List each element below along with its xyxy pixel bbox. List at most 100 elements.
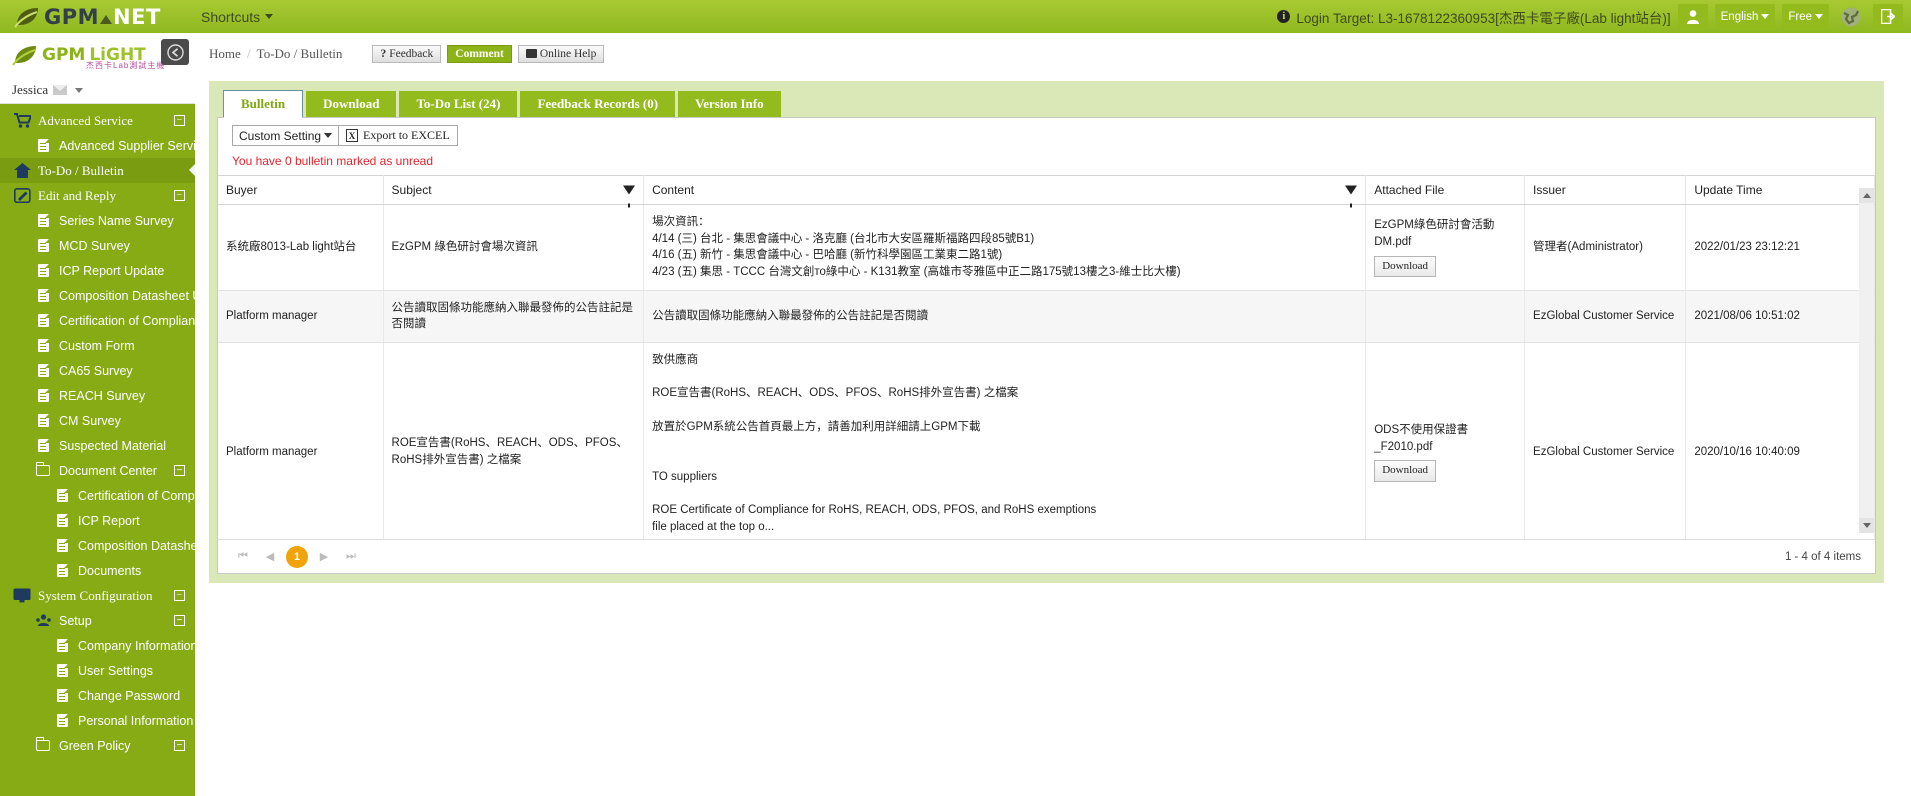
page-number-1[interactable]: 1	[286, 545, 308, 568]
scroll-up-button[interactable]	[1859, 188, 1874, 203]
collapse-toggle-icon[interactable]: −	[174, 465, 185, 476]
logout-icon	[1881, 9, 1895, 24]
collapse-toggle-icon[interactable]: −	[174, 740, 185, 751]
doc-icon	[33, 139, 53, 152]
sidebar-item-document-center[interactable]: Document Center −	[0, 458, 195, 483]
cell-subject[interactable]: ROE宣告書(RoHS、REACH、ODS、PFOS、RoHS排外宣告書) 之檔…	[383, 342, 645, 563]
sidebar-item-mcd-survey[interactable]: MCD Survey	[0, 233, 195, 258]
table-row[interactable]: Platform manager 公告讀取固條功能應納入聯最發佈的公告註記是否閱讀…	[218, 290, 1875, 344]
custom-setting-dropdown[interactable]: Custom Setting	[232, 125, 340, 146]
brand-wordmark: GPM NET	[44, 5, 161, 29]
doc-icon	[52, 539, 72, 552]
collapse-toggle-icon[interactable]: −	[174, 190, 185, 201]
cell-subject[interactable]: 公告讀取固條功能應納入聯最發佈的公告註記是否閱讀	[383, 290, 645, 344]
last-page-button[interactable]: ⏭	[340, 546, 362, 568]
sidebar-item-to-do-bulletin[interactable]: To-Do / Bulletin	[0, 158, 195, 183]
tab-version-info[interactable]: Version Info	[678, 91, 781, 117]
column-header-label: Update Time	[1694, 183, 1763, 197]
chevron-down-icon	[1761, 14, 1770, 19]
filter-icon[interactable]	[1345, 185, 1358, 208]
shortcuts-menu[interactable]: Shortcuts	[201, 9, 274, 25]
collapse-toggle-icon[interactable]: −	[174, 590, 185, 601]
download-button[interactable]: Download	[1374, 460, 1437, 483]
sidebar-item-certification-of-compliance[interactable]: Certification of Compliance	[0, 483, 195, 508]
tab-download[interactable]: Download	[306, 91, 397, 117]
globe-button[interactable]	[1836, 4, 1866, 30]
previous-page-button[interactable]: ◀	[259, 546, 281, 568]
sidebar-logo-gpm: GPM	[42, 45, 86, 65]
logout-button[interactable]	[1873, 3, 1903, 30]
tab-bulletin[interactable]: Bulletin	[223, 90, 304, 118]
sidebar-item-system-configuration[interactable]: System Configuration −	[0, 583, 195, 608]
filter-icon[interactable]	[623, 185, 636, 208]
sidebar-item-composition-datasheet-update[interactable]: Composition Datasheet Update	[0, 283, 195, 308]
sidebar-item-custom-form[interactable]: Custom Form	[0, 333, 195, 358]
sidebar-item-change-password[interactable]: Change Password	[0, 683, 195, 708]
column-header-content[interactable]: Content	[643, 175, 1367, 208]
tab-label: Bulletin	[241, 96, 286, 111]
sidebar-item-green-policy[interactable]: Green Policy −	[0, 733, 195, 758]
collapse-toggle-icon[interactable]: −	[174, 115, 185, 126]
column-header-subject[interactable]: Subject	[383, 175, 645, 208]
chevron-down-icon	[1815, 14, 1823, 19]
cell-subject[interactable]: EzGPM 綠色研討會場次資訊	[383, 204, 645, 291]
scroll-down-button[interactable]	[1859, 518, 1874, 533]
sidebar-item-user-settings[interactable]: User Settings	[0, 658, 195, 683]
sidebar-item-documents[interactable]: Documents	[0, 558, 195, 583]
sidebar-item-label: Series Name Survey	[59, 213, 174, 228]
sidebar-item-reach-survey[interactable]: REACH Survey	[0, 383, 195, 408]
column-header-attached-file[interactable]: Attached File	[1365, 175, 1526, 205]
users-icon	[33, 613, 53, 628]
breadcrumb-bar: Home / To-Do / Bulletin ? Feedback Comme…	[195, 33, 1911, 74]
next-page-button[interactable]: ▶	[313, 546, 335, 568]
sidebar-item-personal-information[interactable]: Personal Information	[0, 708, 195, 733]
sidebar-item-icp-report[interactable]: ICP Report	[0, 508, 195, 533]
folder-icon	[35, 462, 50, 476]
user-account-button[interactable]	[1677, 3, 1708, 30]
sidebar-item-advanced-supplier-service[interactable]: Advanced Supplier Service	[0, 133, 195, 158]
tab-feedback-records-0[interactable]: Feedback Records (0)	[520, 91, 676, 117]
column-header-update-time[interactable]: Update Time	[1685, 175, 1875, 205]
sidebar-item-series-name-survey[interactable]: Series Name Survey	[0, 208, 195, 233]
vertical-scrollbar[interactable]	[1859, 188, 1874, 533]
sidebar-user-row[interactable]: Jessica	[0, 77, 195, 104]
column-header-issuer[interactable]: Issuer	[1524, 175, 1687, 205]
doc-icon	[56, 714, 68, 727]
sidebar-item-ca65-survey[interactable]: CA65 Survey	[0, 358, 195, 383]
sidebar-item-edit-and-reply[interactable]: Edit and Reply −	[0, 183, 195, 208]
sidebar-item-label: Green Policy	[59, 738, 131, 753]
sidebar-item-suspected-material[interactable]: Suspected Material	[0, 433, 195, 458]
doc-icon	[37, 439, 49, 452]
comment-button[interactable]: Comment	[447, 44, 512, 63]
export-to-excel-button[interactable]: X Export to EXCEL	[339, 125, 458, 146]
sidebar-item-label: Document Center	[59, 463, 157, 478]
sidebar-item-cm-survey[interactable]: CM Survey	[0, 408, 195, 433]
table-row[interactable]: 系统廠8013-Lab light站台 EzGPM 綠色研討會場次資訊 場次資訊： 4…	[218, 204, 1875, 291]
sidebar-logo[interactable]: GPM LiGHT 杰西卡Lab測試主機	[0, 33, 195, 77]
app-logo[interactable]: GPM NET	[0, 0, 195, 33]
table-row[interactable]: Platform manager ROE宣告書(RoHS、REACH、ODS、PF…	[218, 342, 1875, 563]
cell-attached-file: ODS不使用保證書_F2010.pdf Download	[1365, 342, 1526, 563]
envelope-icon[interactable]	[53, 85, 68, 95]
home-icon	[13, 163, 31, 178]
online-help-button[interactable]: Online Help	[517, 44, 605, 63]
tab-to-do-list-24[interactable]: To-Do List (24)	[399, 91, 518, 117]
breadcrumb-home[interactable]: Home	[209, 46, 241, 61]
feedback-button[interactable]: ? Feedback	[372, 44, 442, 63]
plan-selector[interactable]: Free	[1782, 3, 1829, 30]
first-page-button[interactable]: ⏮	[232, 546, 254, 568]
sidebar-item-icp-report-update[interactable]: ICP Report Update	[0, 258, 195, 283]
breadcrumb-separator: /	[247, 45, 251, 61]
sidebar-item-advanced-service[interactable]: Advanced Service −	[0, 108, 195, 133]
bulletin-grid-container: Custom Setting X Export to EXCEL You hav…	[217, 117, 1876, 574]
sidebar-item-composition-datasheet[interactable]: Composition Datasheet	[0, 533, 195, 558]
language-selector[interactable]: English	[1714, 3, 1776, 30]
download-button[interactable]: Download	[1374, 255, 1437, 278]
sidebar-item-setup[interactable]: Setup −	[0, 608, 195, 633]
collapse-toggle-icon[interactable]: −	[174, 615, 185, 626]
sidebar-collapse-button[interactable]	[161, 39, 189, 65]
sidebar-item-company-information[interactable]: Company Information	[0, 633, 195, 658]
sidebar-item-certification-of-compliance-update[interactable]: Certification of Compliance Update	[0, 308, 195, 333]
tab-label: Version Info	[695, 96, 764, 111]
column-header-buyer[interactable]: Buyer	[218, 175, 384, 205]
